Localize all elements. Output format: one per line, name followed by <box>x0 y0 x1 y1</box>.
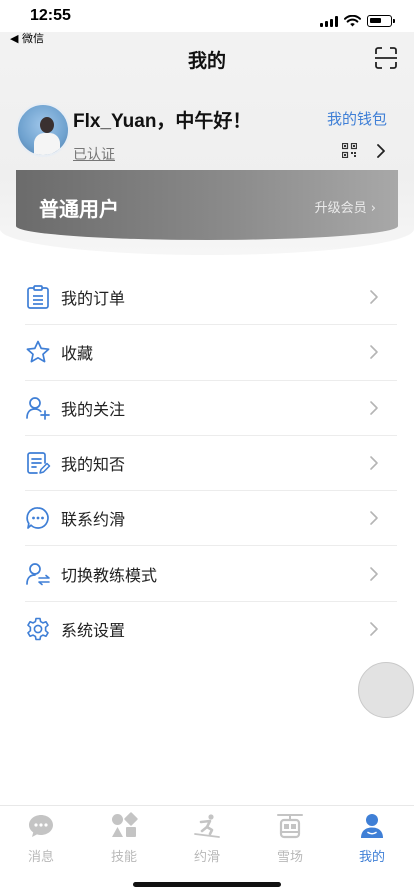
menu-item-following[interactable]: 我的关注 <box>25 381 397 436</box>
tab-ski-resorts[interactable]: 雪场 <box>260 812 320 865</box>
chevron-right-icon <box>370 622 378 637</box>
tab-label: 技能 <box>110 850 137 865</box>
chevron-right-icon <box>370 345 378 360</box>
back-to-wechat-link[interactable]: ◀ 微信 <box>10 30 44 46</box>
chevron-right-icon <box>370 511 378 526</box>
upgrade-membership-link[interactable]: 升级会员 › <box>315 197 376 216</box>
profile-icon <box>361 814 383 838</box>
add-user-icon <box>26 396 50 420</box>
qr-code-icon[interactable] <box>342 143 357 158</box>
wifi-icon <box>344 15 361 27</box>
menu-item-settings[interactable]: 系统设置 <box>25 602 397 657</box>
verified-link[interactable]: 已认证 <box>73 144 115 164</box>
menu-item-label: 我的知否 <box>61 455 126 475</box>
scan-icon[interactable] <box>374 46 398 70</box>
tab-label: 约滑 <box>193 850 220 865</box>
menu-list: 我的订单 收藏 我的关注 我的知否 联系约滑 切换教练模式 系统设置 <box>0 270 414 657</box>
menu-item-contact[interactable]: 联系约滑 <box>25 491 397 547</box>
menu-item-coach-mode[interactable]: 切换教练模式 <box>25 546 397 602</box>
chat-bubble-icon <box>26 507 49 530</box>
floating-assistive-button[interactable] <box>358 662 414 718</box>
chevron-right-icon <box>370 290 378 304</box>
chevron-right-icon <box>370 566 378 581</box>
wallet-link[interactable]: 我的钱包 <box>327 108 387 129</box>
chevron-right-icon[interactable] <box>376 143 386 159</box>
message-icon <box>29 815 53 837</box>
menu-item-label: 切换教练模式 <box>61 565 158 585</box>
tab-ski-meetup[interactable]: 约滑 <box>177 812 237 865</box>
tab-skills[interactable]: 技能 <box>94 812 154 865</box>
tab-messages[interactable]: 消息 <box>11 812 71 865</box>
avatar[interactable] <box>16 103 70 157</box>
menu-item-label: 收藏 <box>61 344 94 364</box>
menu-item-label: 我的订单 <box>61 289 126 309</box>
signal-icon <box>320 15 338 27</box>
status-bar: 12:55 <box>0 0 414 32</box>
status-icons <box>320 15 395 27</box>
skills-icon <box>112 812 138 837</box>
battery-icon <box>367 15 395 27</box>
tab-label: 消息 <box>27 850 54 865</box>
switch-user-icon <box>26 562 50 585</box>
note-icon <box>27 452 51 474</box>
tab-profile[interactable]: 我的 <box>342 812 402 865</box>
tab-label: 我的 <box>358 850 385 865</box>
menu-item-zhifou[interactable]: 我的知否 <box>25 436 397 492</box>
gear-icon <box>27 618 49 641</box>
home-indicator <box>133 882 281 887</box>
menu-item-label: 系统设置 <box>61 621 126 641</box>
page-title: 我的 <box>187 50 226 72</box>
status-time: 12:55 <box>30 7 71 24</box>
menu-item-label: 我的关注 <box>61 399 126 419</box>
chevron-right-icon <box>370 456 378 470</box>
ski-icon <box>194 814 220 838</box>
menu-item-orders[interactable]: 我的订单 <box>25 270 397 326</box>
menu-item-favorites[interactable]: 收藏 <box>25 325 397 381</box>
menu-item-label: 联系约滑 <box>61 510 126 530</box>
membership-card[interactable]: 普通用户 升级会员 › <box>16 170 398 240</box>
chevron-right-icon <box>370 400 378 415</box>
order-list-icon <box>27 285 49 309</box>
star-icon <box>26 341 50 363</box>
tab-label: 雪场 <box>276 850 303 865</box>
cable-car-icon <box>277 814 303 839</box>
membership-level: 普通用户 <box>39 197 119 221</box>
user-greeting: Flx_Yuan，中午好！ <box>73 111 252 132</box>
